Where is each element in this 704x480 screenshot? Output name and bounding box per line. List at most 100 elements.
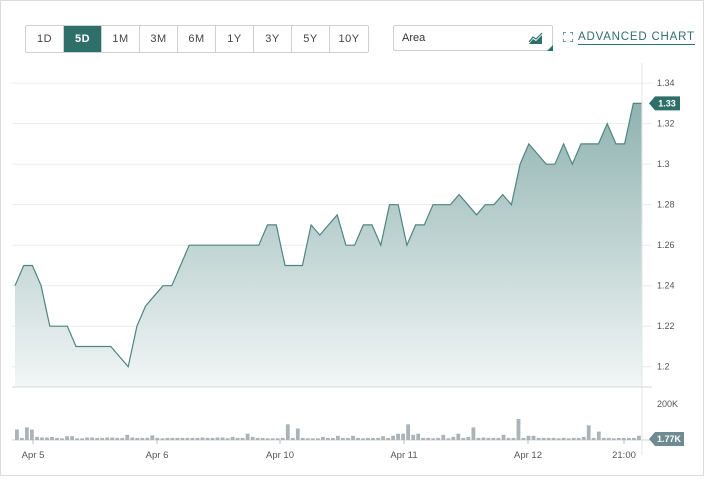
volume-last-value: 1.77K: [657, 434, 682, 444]
volume-bar: [606, 437, 611, 440]
range-3m-button[interactable]: 3M: [140, 26, 178, 52]
volume-bar: [456, 433, 461, 440]
volume-bar: [285, 424, 290, 440]
range-5d-button[interactable]: 5D: [64, 26, 102, 52]
volume-bar: [260, 437, 265, 440]
volume-bar: [406, 424, 410, 440]
volume-bar: [45, 437, 49, 440]
range-6m-button[interactable]: 6M: [178, 26, 216, 52]
chart-widget: 1D 5D 1M 3M 6M 1Y 3Y 5Y 10Y Area ADVANCE…: [0, 0, 704, 476]
dropdown-corner-icon: [547, 45, 553, 51]
y-tick-label: 1.28: [657, 200, 675, 210]
volume-bar: [486, 437, 491, 440]
volume-bar: [536, 437, 541, 440]
volume-bar: [25, 427, 29, 440]
volume-bar: [356, 437, 360, 440]
volume-bar: [596, 431, 601, 440]
volume-bar: [150, 435, 155, 440]
price-last-value: 1.33: [658, 98, 676, 108]
volume-bar: [391, 435, 395, 440]
volume-bar: [55, 437, 59, 440]
range-5y-button[interactable]: 5Y: [292, 26, 330, 52]
volume-bar: [130, 437, 135, 440]
y-axis-ticks: 1.34 1.32 1.3 1.28 1.26 1.24 1.22 1.2: [657, 78, 675, 372]
volume-bar: [80, 438, 84, 440]
y-tick-label: 1.22: [657, 321, 675, 331]
x-tick-label: Apr 6: [146, 450, 169, 461]
volume-bar: [75, 438, 79, 440]
volume-bar: [230, 436, 235, 440]
volume-bar: [446, 438, 451, 440]
range-10y-button[interactable]: 10Y: [330, 26, 368, 52]
volume-bar: [411, 434, 416, 440]
price-chart[interactable]: 1.341.321.31.281.261.241.221.2 Apr 5 Apr …: [12, 63, 692, 475]
volume-bar: [255, 437, 260, 440]
advanced-chart-link[interactable]: ADVANCED CHART: [562, 30, 695, 45]
y-tick-label: 1.24: [657, 281, 675, 291]
volume-bar: [120, 437, 125, 440]
volume-bar: [466, 436, 471, 440]
volume-bar: [290, 437, 295, 440]
volume-bar: [441, 434, 446, 440]
volume-bar: [501, 434, 506, 440]
volume-last-value-tag: 1.77K: [649, 432, 684, 446]
volume-bar: [95, 437, 100, 440]
volume-bar: [270, 438, 275, 440]
volume-bar: [516, 419, 521, 440]
volume-bar: [421, 437, 426, 440]
volume-bar: [110, 437, 115, 440]
volume-bar: [551, 437, 556, 440]
volume-bar: [155, 437, 160, 440]
volume-bar: [331, 437, 335, 440]
volume-bar: [280, 437, 285, 440]
volume-bar: [637, 435, 641, 440]
volume-bars: [15, 419, 641, 440]
volume-bar: [295, 428, 300, 440]
chart-type-select[interactable]: Area: [393, 25, 553, 51]
chart-area: 1.34 1.32 1.3 1.28 1.26 1.24 1.22 1.2 Apr 5 Apr …: [12, 63, 692, 475]
volume-bar: [300, 437, 305, 440]
volume-bar: [180, 437, 185, 440]
volume-bar: [310, 438, 315, 440]
area-chart-icon: [528, 32, 544, 49]
volume-bar: [591, 437, 596, 440]
volume-bar: [506, 437, 511, 440]
advanced-chart-label: ADVANCED CHART: [578, 31, 695, 45]
volume-bar: [50, 436, 54, 440]
volume-bar: [210, 437, 215, 440]
volume-bar: [426, 437, 431, 440]
range-1y-button[interactable]: 1Y: [216, 26, 254, 52]
range-selector: 1D 5D 1M 3M 6M 1Y 3Y 5Y 10Y: [25, 25, 369, 53]
x-tick-label: Apr 12: [514, 450, 542, 461]
volume-bar: [386, 437, 390, 440]
volume-bar: [40, 437, 44, 440]
volume-bar: [632, 437, 636, 440]
volume-bar: [245, 433, 250, 440]
y-tick-label: 1.2: [657, 362, 670, 372]
volume-bar: [70, 436, 74, 440]
volume-bar: [416, 433, 421, 440]
volume-bar: [90, 437, 94, 440]
volume-bar: [561, 437, 566, 440]
y-tick-label: 1.32: [657, 119, 675, 129]
volume-bar: [265, 438, 270, 440]
range-1d-button[interactable]: 1D: [26, 26, 64, 52]
volume-bar: [20, 437, 24, 440]
volume-bar: [85, 437, 89, 440]
volume-bar: [376, 437, 380, 440]
volume-bar: [160, 438, 165, 440]
volume-bar: [496, 437, 501, 440]
volume-bar: [476, 437, 481, 440]
x-tick-label: 21:00: [612, 450, 636, 461]
volume-bar: [225, 438, 230, 440]
volume-bar: [321, 436, 325, 440]
volume-bar: [205, 437, 210, 440]
range-3y-button[interactable]: 3Y: [254, 26, 292, 52]
y-tick-label: 1.3: [657, 159, 670, 169]
volume-bar: [140, 437, 145, 440]
volume-bar: [396, 433, 400, 440]
range-1m-button[interactable]: 1M: [102, 26, 140, 52]
volume-bar: [305, 438, 310, 440]
volume-top-label: 200K: [657, 399, 678, 409]
volume-bar: [511, 437, 516, 440]
